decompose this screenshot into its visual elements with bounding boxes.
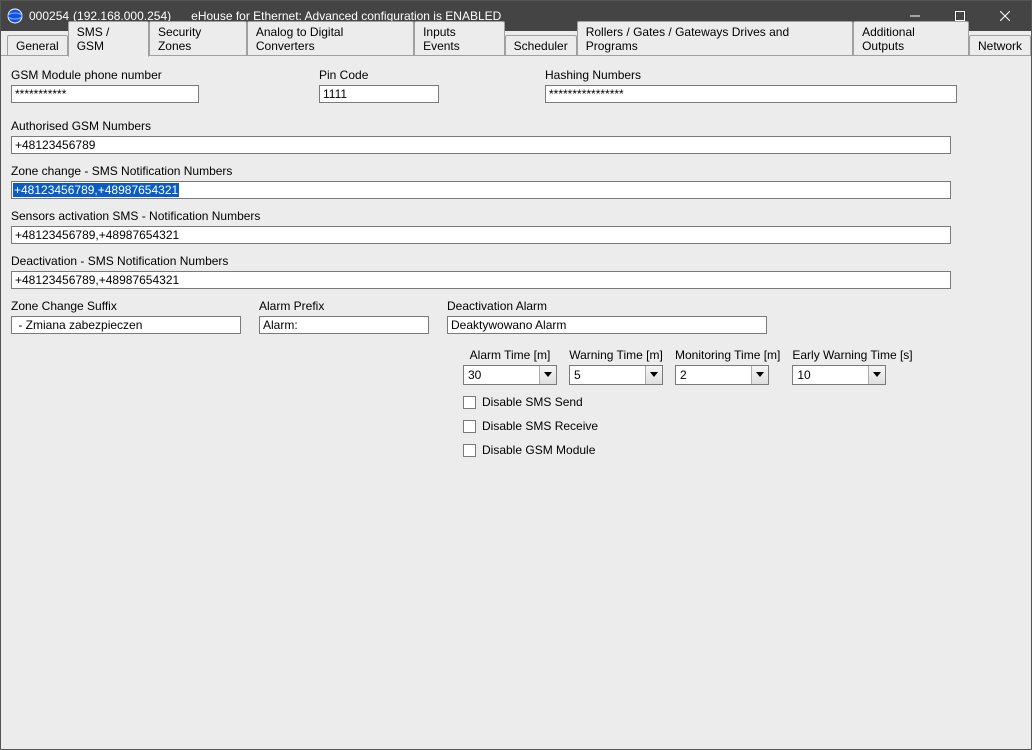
monitoring-time-value: 2 [676,368,751,382]
tab-network[interactable]: Network [969,35,1031,56]
alarm-prefix-label: Alarm Prefix [259,299,429,313]
tab-sms-gsm[interactable]: SMS / GSM [68,21,149,57]
deact-nums-label: Deactivation - SMS Notification Numbers [11,254,1021,268]
app-window: 000254 (192.168.000.254) eHouse for Ethe… [0,0,1032,750]
deact-alarm-input[interactable] [447,316,767,334]
disable-sms-receive-checkbox[interactable] [463,420,476,433]
close-button[interactable] [982,1,1027,31]
tab-inputs-events[interactable]: Inputs Events [414,21,505,56]
disable-gsm-module-label: Disable GSM Module [482,443,595,457]
disable-sms-send-checkbox[interactable] [463,396,476,409]
hashing-input[interactable] [545,85,957,103]
chevron-down-icon [756,372,764,378]
alarm-time-value: 30 [464,368,539,382]
tab-additional-outputs[interactable]: Additional Outputs [853,21,969,56]
zone-change-nums-value: +48123456789,+48987654321 [13,183,179,197]
tab-rollers[interactable]: Rollers / Gates / Gateways Drives and Pr… [577,21,853,56]
monitoring-time-dropdown[interactable]: 2 [675,365,769,385]
tab-content: GSM Module phone number Pin Code Hashing… [1,55,1031,749]
disable-sms-receive-label: Disable SMS Receive [482,419,598,433]
tab-general[interactable]: General [7,35,68,56]
maximize-icon [955,11,965,21]
zone-suffix-input[interactable] [11,316,241,334]
close-icon [1000,11,1010,21]
deact-nums-input[interactable] [11,271,951,289]
warning-time-value: 5 [570,368,645,382]
chevron-down-icon [650,372,658,378]
zone-change-nums-input[interactable]: +48123456789,+48987654321 [11,181,951,199]
disable-gsm-module-checkbox[interactable] [463,444,476,457]
monitoring-time-label: Monitoring Time [m] [675,348,780,362]
warning-time-dropdown[interactable]: 5 [569,365,663,385]
title-device-id: 000254 [29,9,69,23]
warning-time-label: Warning Time [m] [569,348,663,362]
sensors-nums-input[interactable] [11,226,951,244]
warning-time-dropdown-btn[interactable] [645,366,662,384]
tabbar: General SMS / GSM Security Zones Analog … [1,33,1031,57]
chevron-down-icon [544,372,552,378]
tab-adc[interactable]: Analog to Digital Converters [247,21,414,56]
tab-security-zones[interactable]: Security Zones [149,21,247,56]
disable-sms-send-label: Disable SMS Send [482,395,583,409]
deact-alarm-label: Deactivation Alarm [447,299,767,313]
pin-label: Pin Code [319,68,439,82]
early-warning-dropdown[interactable]: 10 [792,365,886,385]
hashing-label: Hashing Numbers [545,68,957,82]
sensors-nums-label: Sensors activation SMS - Notification Nu… [11,209,1021,223]
authorised-input[interactable] [11,136,951,154]
early-warning-dropdown-btn[interactable] [868,366,885,384]
tab-scheduler[interactable]: Scheduler [505,35,577,56]
gsm-phone-label: GSM Module phone number [11,68,199,82]
zone-change-nums-label: Zone change - SMS Notification Numbers [11,164,1021,178]
alarm-prefix-input[interactable] [259,316,429,334]
gsm-phone-input[interactable] [11,85,199,103]
alarm-time-dropdown-btn[interactable] [539,366,556,384]
early-warning-label: Early Warning Time [s] [792,348,912,362]
early-warning-value: 10 [793,368,868,382]
authorised-label: Authorised GSM Numbers [11,119,1021,133]
alarm-time-label: Alarm Time [m] [463,348,557,362]
minimize-icon [910,11,920,21]
alarm-time-dropdown[interactable]: 30 [463,365,557,385]
zone-suffix-label: Zone Change Suffix [11,299,241,313]
chevron-down-icon [873,372,881,378]
monitoring-time-dropdown-btn[interactable] [751,366,768,384]
pin-input[interactable] [319,85,439,103]
app-icon [7,8,23,24]
